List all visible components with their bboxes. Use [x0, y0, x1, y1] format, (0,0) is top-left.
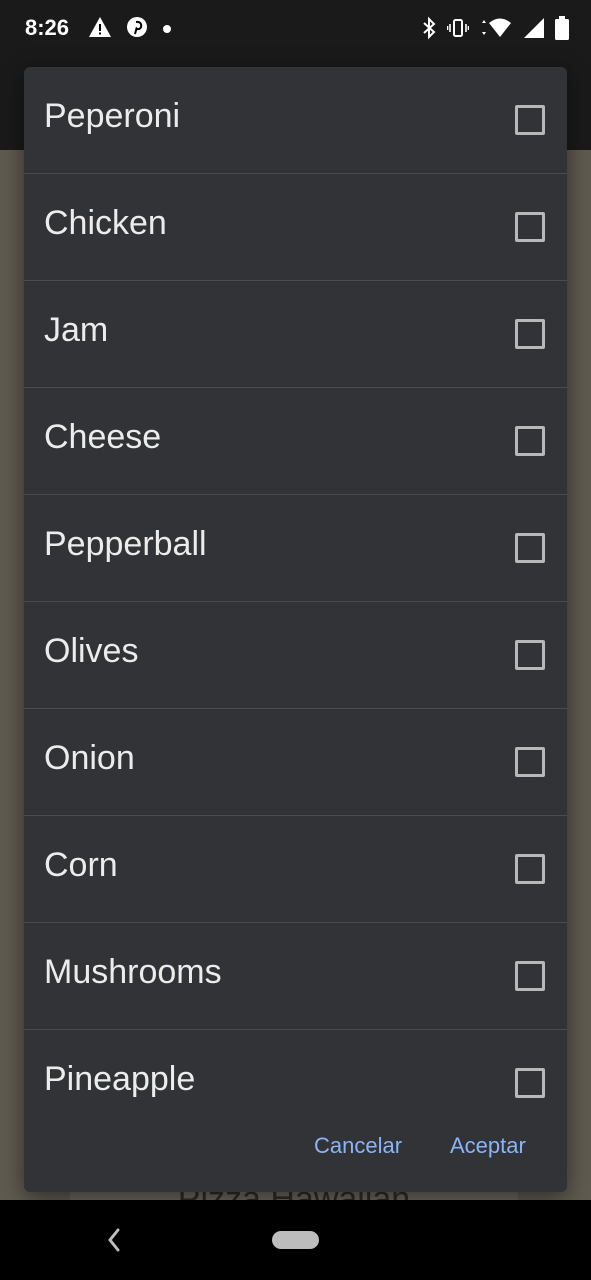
- battery-icon: [555, 16, 569, 45]
- signal-icon: [523, 17, 545, 44]
- status-time: 8:26: [25, 15, 70, 40]
- option-olives[interactable]: Olives: [24, 602, 567, 709]
- cancel-button[interactable]: Cancelar: [314, 1133, 402, 1159]
- toppings-list: Peperoni Chicken Jam Cheese Pepperball O…: [24, 67, 567, 1136]
- checkbox[interactable]: [515, 212, 545, 242]
- dialog-actions: Cancelar Aceptar: [24, 1125, 567, 1175]
- checkbox[interactable]: [515, 854, 545, 884]
- option-onion[interactable]: Onion: [24, 709, 567, 816]
- option-label: Onion: [44, 739, 135, 777]
- notification-icons: [88, 16, 172, 43]
- checkbox[interactable]: [515, 747, 545, 777]
- checkbox[interactable]: [515, 319, 545, 349]
- option-label: Pineapple: [44, 1060, 196, 1098]
- accept-button[interactable]: Aceptar: [450, 1133, 526, 1159]
- option-corn[interactable]: Corn: [24, 816, 567, 923]
- option-label: Corn: [44, 846, 118, 884]
- status-bar: 8:26: [0, 0, 591, 60]
- option-label: Pepperball: [44, 525, 207, 563]
- bluetooth-icon: [421, 16, 437, 45]
- checkbox[interactable]: [515, 426, 545, 456]
- navigation-bar: [0, 1200, 591, 1280]
- option-jam[interactable]: Jam: [24, 281, 567, 388]
- option-pepperball[interactable]: Pepperball: [24, 495, 567, 602]
- back-icon[interactable]: [104, 1226, 124, 1259]
- option-label: Chicken: [44, 204, 167, 242]
- option-pineapple[interactable]: Pineapple: [24, 1030, 567, 1136]
- home-pill-icon[interactable]: [272, 1231, 319, 1249]
- vibrate-icon: [446, 17, 470, 44]
- dot-icon: [162, 21, 172, 39]
- toppings-dialog: Peperoni Chicken Jam Cheese Pepperball O…: [24, 67, 567, 1192]
- option-mushrooms[interactable]: Mushrooms: [24, 923, 567, 1030]
- checkbox[interactable]: [515, 640, 545, 670]
- option-label: Peperoni: [44, 97, 181, 135]
- option-cheese[interactable]: Cheese: [24, 388, 567, 495]
- option-label: Mushrooms: [44, 953, 222, 991]
- wifi-icon: [479, 17, 513, 44]
- option-label: Cheese: [44, 418, 162, 456]
- option-chicken[interactable]: Chicken: [24, 174, 567, 281]
- warning-icon: [88, 16, 112, 43]
- pinterest-icon: [126, 16, 148, 43]
- system-icons: [421, 16, 569, 45]
- option-label: Olives: [44, 632, 139, 670]
- checkbox[interactable]: [515, 1068, 545, 1098]
- checkbox[interactable]: [515, 961, 545, 991]
- option-label: Jam: [44, 311, 109, 349]
- option-peperoni[interactable]: Peperoni: [24, 67, 567, 174]
- checkbox[interactable]: [515, 533, 545, 563]
- checkbox[interactable]: [515, 105, 545, 135]
